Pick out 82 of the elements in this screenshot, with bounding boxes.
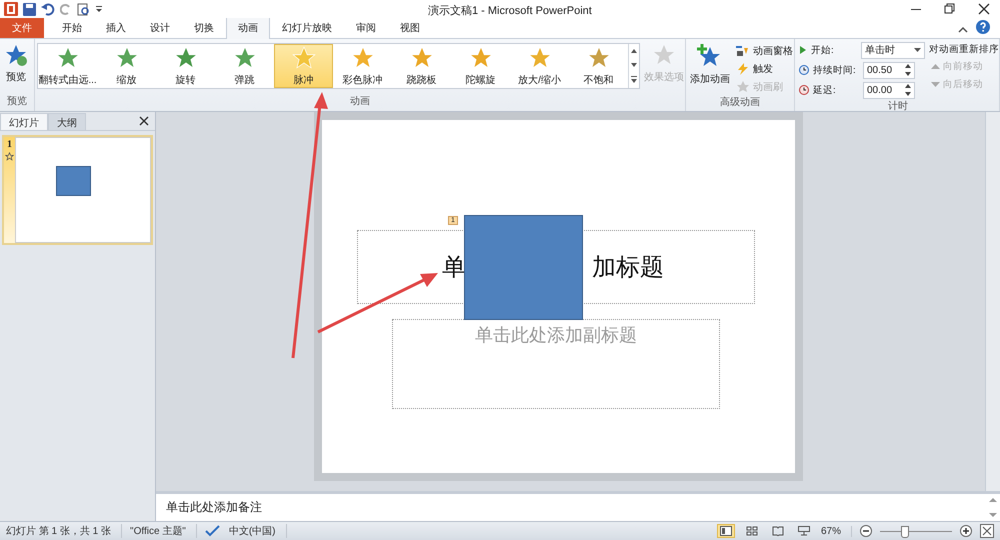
animation-option[interactable]: 翻转式由远... [38, 44, 97, 88]
duration-label: 持续时间: [813, 64, 857, 76]
delay-spinner[interactable]: 00.00 [863, 82, 915, 98]
close-icon[interactable] [978, 3, 990, 15]
ribbon-tab[interactable]: 动画 [226, 17, 270, 39]
panel-tab[interactable]: 大纲 [48, 112, 86, 130]
ribbon-tab[interactable]: 插入 [94, 17, 138, 38]
star-play-icon [4, 43, 28, 67]
down-arrow-icon [931, 81, 940, 88]
ribbon-tab[interactable]: 审阅 [344, 17, 388, 38]
group-label: 预览 [6, 95, 28, 109]
start-dropdown[interactable]: 单击时 [861, 42, 925, 58]
undo-icon[interactable] [41, 2, 55, 16]
close-icon[interactable] [139, 116, 149, 126]
grid-icon [746, 526, 758, 536]
scrollbar[interactable] [985, 112, 1000, 491]
restore-icon[interactable] [944, 3, 956, 15]
spin-arrows-icon[interactable] [905, 63, 911, 77]
ribbon-tab[interactable]: 切换 [182, 17, 226, 38]
animation-option[interactable]: 跷跷板 [392, 44, 451, 88]
caret-icon [914, 48, 921, 52]
pane-icon [736, 45, 750, 57]
window-title: 演示文稿1 - Microsoft PowerPoint [428, 4, 592, 18]
ribbon-tab[interactable]: 设计 [138, 17, 182, 38]
rectangle-shape [56, 166, 91, 196]
normal-view-button[interactable] [716, 524, 735, 538]
group-label: 动画 [349, 95, 371, 109]
animation-option[interactable]: 旋转 [156, 44, 215, 88]
ribbon-tab[interactable]: 开始 [50, 17, 94, 38]
minimize-ribbon-icon[interactable] [958, 26, 968, 34]
preview-button[interactable]: 预览 [2, 41, 30, 86]
theme-name: "Office 主题" [130, 524, 197, 538]
zoom-in-icon[interactable] [960, 525, 972, 537]
delay-label: 延迟: [813, 84, 837, 96]
star-icon [736, 81, 750, 93]
slide-thumbnail[interactable]: 1 [2, 135, 153, 245]
animation-option[interactable]: 不饱和 [569, 44, 628, 88]
animation-option[interactable]: 缩放 [97, 44, 156, 88]
panel-tab[interactable]: 幻灯片 [0, 112, 48, 130]
print-preview-icon[interactable] [77, 2, 90, 16]
slide-count: 幻灯片 第 1 张，共 1 张 [6, 524, 122, 538]
zoom-slider-thumb[interactable] [900, 526, 909, 538]
normal-view-icon [720, 526, 732, 536]
animation-option[interactable]: 脉冲 [274, 44, 333, 88]
zoom-out-icon[interactable] [860, 525, 872, 537]
animation-option[interactable]: 陀螺旋 [451, 44, 510, 88]
group-label: 高级动画 [719, 96, 761, 110]
clock-icon [799, 85, 809, 95]
ribbon-tab[interactable]: 幻灯片放映 [270, 17, 344, 38]
powerpoint-icon[interactable] [4, 2, 18, 16]
animation-option[interactable]: 放大/缩小 [510, 44, 569, 88]
star-icon [290, 45, 316, 71]
lightning-icon [736, 63, 750, 75]
duration-spinner[interactable]: 00.50 [863, 62, 915, 78]
title-text: 单 [442, 252, 466, 283]
save-icon[interactable] [23, 2, 36, 16]
add-animation-button[interactable]: 添加动画 [688, 41, 732, 88]
book-icon [772, 526, 784, 536]
title-text: 加标题 [592, 252, 664, 283]
reorder-heading: 对动画重新排序 [929, 43, 999, 56]
projector-icon [798, 526, 810, 536]
spellcheck-icon[interactable] [204, 525, 221, 537]
star-icon [652, 43, 676, 67]
ribbon-tab[interactable]: 文件 [0, 17, 44, 38]
slide-number: 1 [7, 139, 12, 150]
dropdown-icon[interactable] [95, 5, 103, 13]
group-label: 计时 [887, 100, 909, 114]
start-label: 开始: [811, 44, 835, 56]
ribbon-button[interactable]: 触发 [734, 61, 795, 77]
help-icon[interactable] [976, 20, 990, 34]
animation-option[interactable]: 弹跳 [215, 44, 274, 88]
ribbon-button[interactable]: 动画窗格 [734, 43, 795, 59]
ribbon-tab[interactable]: 视图 [388, 17, 432, 38]
animation-option[interactable]: 彩色脉冲 [333, 44, 392, 88]
fit-to-window-icon[interactable] [980, 524, 994, 538]
clock-icon [799, 65, 809, 75]
play-icon [799, 45, 807, 55]
zoom-level: 67% [820, 526, 852, 536]
language: 中文(中国) [228, 524, 287, 538]
spin-arrows-icon[interactable] [905, 83, 911, 97]
up-arrow-icon [931, 63, 940, 70]
animation-star-icon [5, 152, 14, 161]
